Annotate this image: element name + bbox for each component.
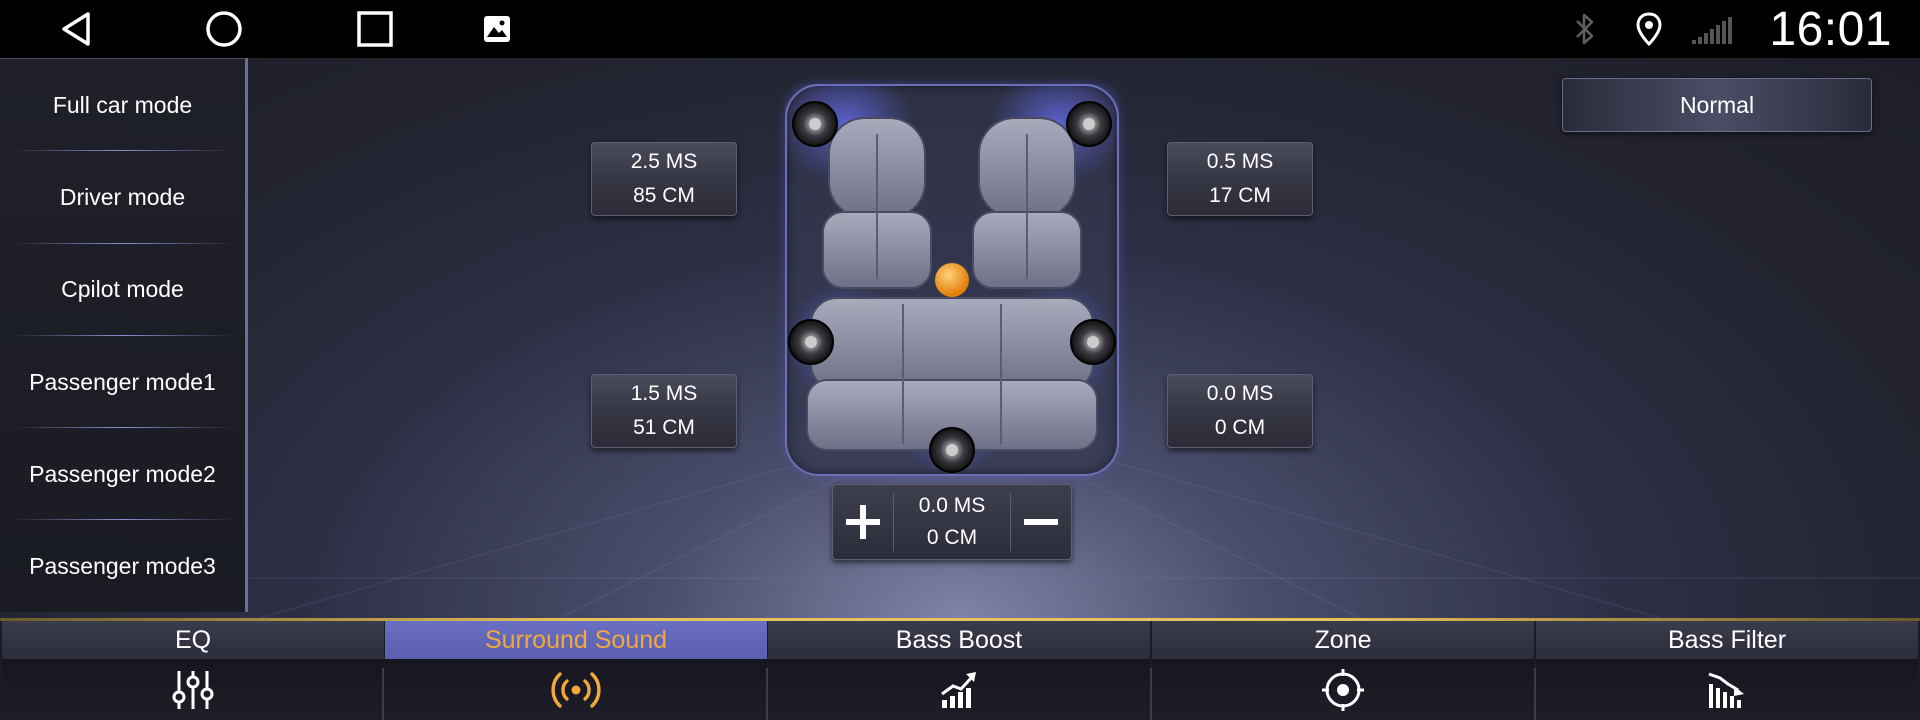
mode-passenger-1[interactable]: Passenger mode1 <box>0 336 245 429</box>
tab-eq[interactable]: EQ <box>2 621 384 720</box>
tab-bass-filter[interactable]: Bass Filter <box>1536 621 1918 720</box>
delay-ms: 0.0 MS <box>1206 382 1274 405</box>
mode-full-car[interactable]: Full car mode <box>0 59 245 152</box>
delay-cm: 0 CM <box>1214 416 1266 439</box>
mode-label: Full car mode <box>52 91 193 118</box>
mode-copilot[interactable]: Cpilot mode <box>0 244 245 337</box>
mode-driver[interactable]: Driver mode <box>0 151 245 244</box>
tab-label: Zone <box>1152 621 1534 659</box>
surround-icon <box>551 671 601 708</box>
minus-icon <box>1024 519 1058 525</box>
copilot-seat <box>972 117 1082 289</box>
tab-surround-sound[interactable]: Surround Sound <box>385 621 767 720</box>
delay-ms: 2.5 MS <box>630 150 698 173</box>
preset-button[interactable]: Normal <box>1562 78 1872 132</box>
back-icon[interactable] <box>50 6 102 52</box>
tab-zone[interactable]: Zone <box>1152 621 1534 720</box>
status-bar: 16:01 <box>0 0 1920 58</box>
rear-right-delay[interactable]: 0.0 MS 0 CM <box>1167 374 1313 448</box>
bass-boost-icon <box>941 671 976 708</box>
mode-label: Driver mode <box>59 183 186 210</box>
mode-passenger-3[interactable]: Passenger mode3 <box>0 520 245 612</box>
delay-cm: 85 CM <box>633 184 695 207</box>
delay-ms: 0.5 MS <box>1206 150 1274 173</box>
tab-label: Surround Sound <box>385 621 767 659</box>
mode-label: Passenger mode2 <box>29 460 216 487</box>
driver-seat <box>822 117 932 289</box>
tab-bass-boost[interactable]: Bass Boost <box>768 621 1150 720</box>
mode-passenger-2[interactable]: Passenger mode2 <box>0 428 245 521</box>
front-left-speaker <box>792 101 838 147</box>
audio-tab-bar: EQ Surround Sound Bass Boost Zone Bass F… <box>0 618 1920 720</box>
recents-icon[interactable] <box>349 6 401 52</box>
home-icon[interactable] <box>198 6 250 52</box>
clock: 16:01 <box>1769 3 1892 56</box>
center-delay-adjuster: 0.0 MS 0 CM <box>832 484 1072 560</box>
increase-delay-button[interactable] <box>833 485 893 559</box>
mode-label: Passenger mode3 <box>29 553 216 580</box>
tab-divider <box>382 668 384 720</box>
signal-icon <box>1690 12 1736 46</box>
front-right-speaker <box>1066 101 1112 147</box>
rear-left-delay[interactable]: 1.5 MS 51 CM <box>591 374 737 448</box>
location-icon <box>1634 12 1664 46</box>
delay-cm: 0 CM <box>926 526 978 549</box>
plus-icon <box>846 505 880 539</box>
tab-label: EQ <box>2 621 384 659</box>
rear-left-speaker <box>788 319 834 365</box>
surround-sound-panel: Full car mode Driver mode Cpilot mode Pa… <box>0 58 1920 618</box>
mode-label: Passenger mode1 <box>29 368 216 395</box>
front-right-delay[interactable]: 0.5 MS 17 CM <box>1167 142 1313 216</box>
listening-mode-list: Full car mode Driver mode Cpilot mode Pa… <box>0 58 248 612</box>
equalizer-icon <box>172 670 214 709</box>
mode-label: Cpilot mode <box>61 276 184 303</box>
bass-filter-icon <box>1708 672 1744 708</box>
delay-cm: 51 CM <box>633 416 695 439</box>
tab-label: Bass Boost <box>768 621 1150 659</box>
decrease-delay-button[interactable] <box>1011 485 1071 559</box>
bluetooth-icon <box>1570 12 1600 46</box>
front-left-delay[interactable]: 2.5 MS 85 CM <box>591 142 737 216</box>
rear-right-speaker <box>1070 319 1116 365</box>
car-seat-diagram <box>785 84 1119 474</box>
delay-ms: 0.0 MS <box>918 494 986 517</box>
tab-label: Bass Filter <box>1536 621 1918 659</box>
center-delay-readout: 0.0 MS 0 CM <box>894 485 1010 559</box>
center-speaker <box>929 427 975 473</box>
gallery-icon[interactable] <box>471 6 523 52</box>
delay-cm: 17 CM <box>1209 184 1271 207</box>
delay-ms: 1.5 MS <box>630 382 698 405</box>
listener-position-dot[interactable] <box>935 263 969 297</box>
zone-icon <box>1322 668 1364 711</box>
